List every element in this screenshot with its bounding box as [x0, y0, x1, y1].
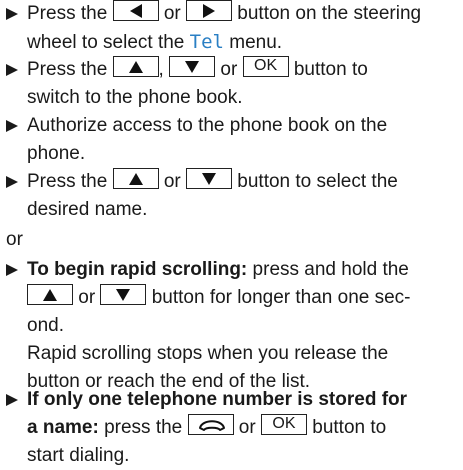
- bullet-arrow-icon: [6, 8, 18, 20]
- step-select-tel: Press the or button on the steering whee…: [6, 0, 461, 57]
- step5-text-d: ond.: [27, 315, 64, 336]
- step1-text-d: wheel to select the: [27, 32, 190, 53]
- left-arrow-key-icon: [112, 0, 159, 22]
- step1-text-a: Press the: [27, 3, 113, 24]
- step6-text-d: start dialing.: [27, 445, 130, 466]
- step-rapid-scrolling: To begin rapid scrolling: press and hold…: [6, 256, 461, 396]
- tel-menu-label: Tel: [189, 31, 224, 53]
- step2-text-c: or: [215, 59, 243, 80]
- single-number-lead-2: a name:: [27, 417, 99, 438]
- step4-text-a: Press the: [27, 171, 113, 192]
- bullet-arrow-icon: [6, 394, 18, 406]
- step5-text-e: Rapid scrolling stops when you release t…: [27, 343, 389, 364]
- step1-text-e: menu.: [223, 32, 283, 53]
- step3-text-a: Authorize access to the phone book on th…: [27, 115, 388, 136]
- step4-text-d: desired name.: [27, 199, 148, 220]
- down-arrow-key-icon: [169, 56, 216, 78]
- down-arrow-key-icon: [100, 284, 147, 306]
- step-start-dialing: If only one telephone number is stored f…: [6, 386, 461, 470]
- ok-key-icon: OK: [260, 414, 307, 436]
- step1-text-c: button on the steering: [232, 3, 422, 24]
- or-separator: or: [6, 229, 23, 250]
- step2-text-a: Press the: [27, 59, 113, 80]
- step5-text-c: button for longer than one sec-: [146, 287, 411, 308]
- single-number-lead: If only one telephone number is stored f…: [27, 389, 408, 410]
- step6-text-a: press the: [98, 417, 188, 438]
- right-arrow-key-icon: [186, 0, 232, 22]
- up-arrow-key-icon: [112, 56, 159, 78]
- step5-text-b: or: [73, 287, 101, 308]
- down-arrow-key-icon: [186, 168, 232, 190]
- step5-text-a: press and hold the: [247, 259, 409, 280]
- step2-text-d: button to: [288, 59, 368, 80]
- step2-text-e: switch to the phone book.: [27, 87, 243, 108]
- step4-text-c: button to select the: [232, 171, 398, 192]
- step6-text-c: button to: [306, 417, 387, 438]
- step6-text-b: or: [233, 417, 261, 438]
- bullet-arrow-icon: [6, 264, 18, 276]
- up-arrow-key-icon: [27, 284, 73, 306]
- rapid-scroll-lead: To begin rapid scrolling:: [27, 259, 248, 280]
- ok-key-icon: OK: [242, 56, 289, 78]
- phone-handset-key-icon: [187, 414, 234, 436]
- step-authorize-access: Authorize access to the phone book on th…: [6, 112, 461, 168]
- step1-text-b: or: [158, 3, 186, 24]
- bullet-arrow-icon: [6, 176, 18, 188]
- step4-text-b: or: [158, 171, 186, 192]
- step-switch-phone-book: Press the , or OK button to switch to th…: [6, 56, 461, 112]
- step2-text-b: ,: [158, 59, 170, 80]
- bullet-arrow-icon: [6, 64, 18, 76]
- bullet-arrow-icon: [6, 120, 18, 132]
- step3-text-b: phone.: [27, 143, 86, 164]
- step-select-name: Press the or button to select the desire…: [6, 168, 461, 224]
- up-arrow-key-icon: [112, 168, 159, 190]
- instruction-page: Press the or button on the steering whee…: [0, 0, 463, 469]
